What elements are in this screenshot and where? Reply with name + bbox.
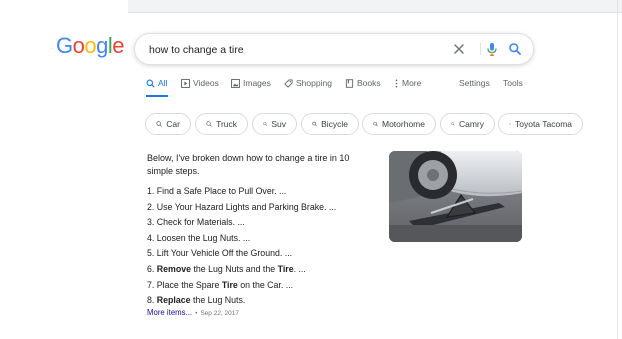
more-items-link[interactable]: More items... — [147, 308, 192, 317]
tab-label: Shopping — [296, 78, 332, 88]
step-highlight: Tire — [221, 279, 238, 290]
chip-car[interactable]: Car — [145, 113, 191, 135]
logo-letter: o — [84, 33, 97, 58]
tab-label: Books — [357, 78, 381, 88]
step-text: Use Your Hazard Lights and Parking Brake… — [156, 201, 337, 212]
step-text: Find a Safe Place to Pull Over. ... — [156, 186, 287, 196]
step-number: 1. — [147, 186, 155, 196]
logo-letter: o — [72, 33, 85, 58]
logo-letter: g — [96, 33, 108, 58]
tab-label: All — [158, 78, 168, 88]
featured-snippet-steps: 1. Find a Safe Place to Pull Over. ... 2… — [147, 184, 336, 309]
top-bar-left — [0, 0, 128, 12]
list-item: 7. Place the Spare Tire on the Car. ... — [147, 278, 336, 294]
step-text: Lift Your Vehicle Off the Ground. ... — [156, 248, 293, 259]
tag-icon — [284, 78, 293, 88]
tab-books[interactable]: Books — [345, 78, 381, 88]
featured-snippet-intro: Below, I've broken down how to change a … — [147, 153, 350, 176]
step-highlight: Tire — [277, 263, 294, 274]
chip-motorhome[interactable]: Motorhome — [362, 113, 436, 135]
step-number: 4. — [147, 232, 155, 243]
list-item: 1. Find a Safe Place to Pull Over. ... — [147, 184, 336, 200]
step-text: . ... — [293, 263, 306, 274]
chip-label: Suv — [271, 119, 286, 129]
search-icon — [509, 123, 511, 125]
tab-label: Videos — [193, 78, 219, 88]
logo-letter: e — [112, 33, 125, 58]
chip-label: Camry — [458, 119, 484, 129]
list-item: 2. Use Your Hazard Lights and Parking Br… — [147, 200, 336, 216]
microphone-icon[interactable] — [484, 41, 500, 57]
search-icon — [156, 121, 162, 127]
chip-label: Truck — [216, 119, 237, 129]
active-tab-indicator — [146, 95, 168, 97]
step-number: 7. — [147, 279, 155, 290]
chip-label: Car — [166, 119, 180, 129]
search-icon — [312, 121, 317, 127]
settings-link[interactable]: Settings — [459, 78, 490, 88]
top-bar — [0, 0, 622, 13]
chip-suv[interactable]: Suv — [252, 113, 297, 135]
page-right-border — [617, 0, 618, 339]
chip-label: Motorhome — [382, 119, 425, 129]
search-icon[interactable] — [507, 41, 523, 57]
step-text: the Lug Nuts. — [190, 295, 246, 306]
step-text: the Lug Nuts and the — [191, 263, 278, 274]
search-box-divider — [480, 43, 481, 55]
logo-letter: G — [56, 33, 73, 58]
step-number: 6. — [147, 263, 155, 274]
chip-truck[interactable]: Truck — [195, 113, 248, 135]
more-vertical-icon — [395, 79, 398, 87]
step-text: Loosen the Lug Nuts. ... — [156, 232, 251, 243]
snippet-date: Sep 22, 2017 — [200, 310, 240, 317]
tab-label: Images — [243, 78, 271, 88]
tab-images[interactable]: Images — [231, 78, 271, 88]
search-icon — [373, 121, 378, 127]
chip-label: Toyota Tacoma — [514, 119, 572, 129]
search-icon — [451, 122, 455, 126]
list-item: 8. Replace the Lug Nuts. — [147, 293, 336, 309]
tab-shopping[interactable]: Shopping — [284, 78, 332, 88]
chip-toyota-tacoma[interactable]: Toyota Tacoma — [498, 113, 583, 135]
chip-camry[interactable]: Camry — [440, 113, 495, 135]
search-input[interactable] — [147, 40, 441, 60]
more-items-row: More items... • Sep 22, 2017 — [147, 308, 239, 317]
search-icon — [206, 121, 212, 127]
search-box[interactable] — [134, 33, 534, 65]
step-text: Check for Materials. ... — [156, 217, 245, 228]
list-item: 3. Check for Materials. ... — [147, 215, 336, 231]
car-jack-under-tire-photo[interactable] — [389, 151, 522, 242]
separator-dot: • — [195, 310, 198, 317]
list-item: 4. Loosen the Lug Nuts. ... — [147, 231, 336, 247]
tools-label: Tools — [503, 78, 523, 88]
step-text: Place the Spare — [156, 279, 222, 290]
search-icon — [263, 122, 268, 126]
image-icon — [231, 78, 240, 88]
book-icon — [345, 78, 354, 88]
tab-label: More — [402, 78, 422, 88]
step-number: 3. — [147, 217, 155, 228]
list-item: 6. Remove the Lug Nuts and the Tire. ... — [147, 262, 336, 278]
chip-bicycle[interactable]: Bicycle — [301, 113, 359, 135]
top-bar-strip — [128, 0, 622, 13]
google-logo[interactable]: Google — [56, 33, 125, 59]
step-highlight: Replace — [156, 295, 191, 306]
step-number: 5. — [147, 248, 155, 259]
tab-all[interactable]: All — [146, 78, 167, 88]
play-icon — [181, 78, 190, 88]
step-text: on the Car. ... — [237, 279, 294, 290]
step-highlight: Remove — [156, 263, 192, 274]
step-number: 2. — [147, 201, 155, 212]
settings-label: Settings — [459, 78, 490, 88]
tools-link[interactable]: Tools — [503, 78, 523, 88]
close-icon[interactable] — [451, 41, 467, 57]
search-icon — [146, 79, 155, 88]
list-item: 5. Lift Your Vehicle Off the Ground. ... — [147, 246, 336, 262]
chip-label: Bicycle — [321, 119, 348, 129]
step-number: 8. — [147, 295, 155, 306]
tab-videos[interactable]: Videos — [181, 78, 219, 88]
tab-more[interactable]: More — [394, 78, 421, 88]
